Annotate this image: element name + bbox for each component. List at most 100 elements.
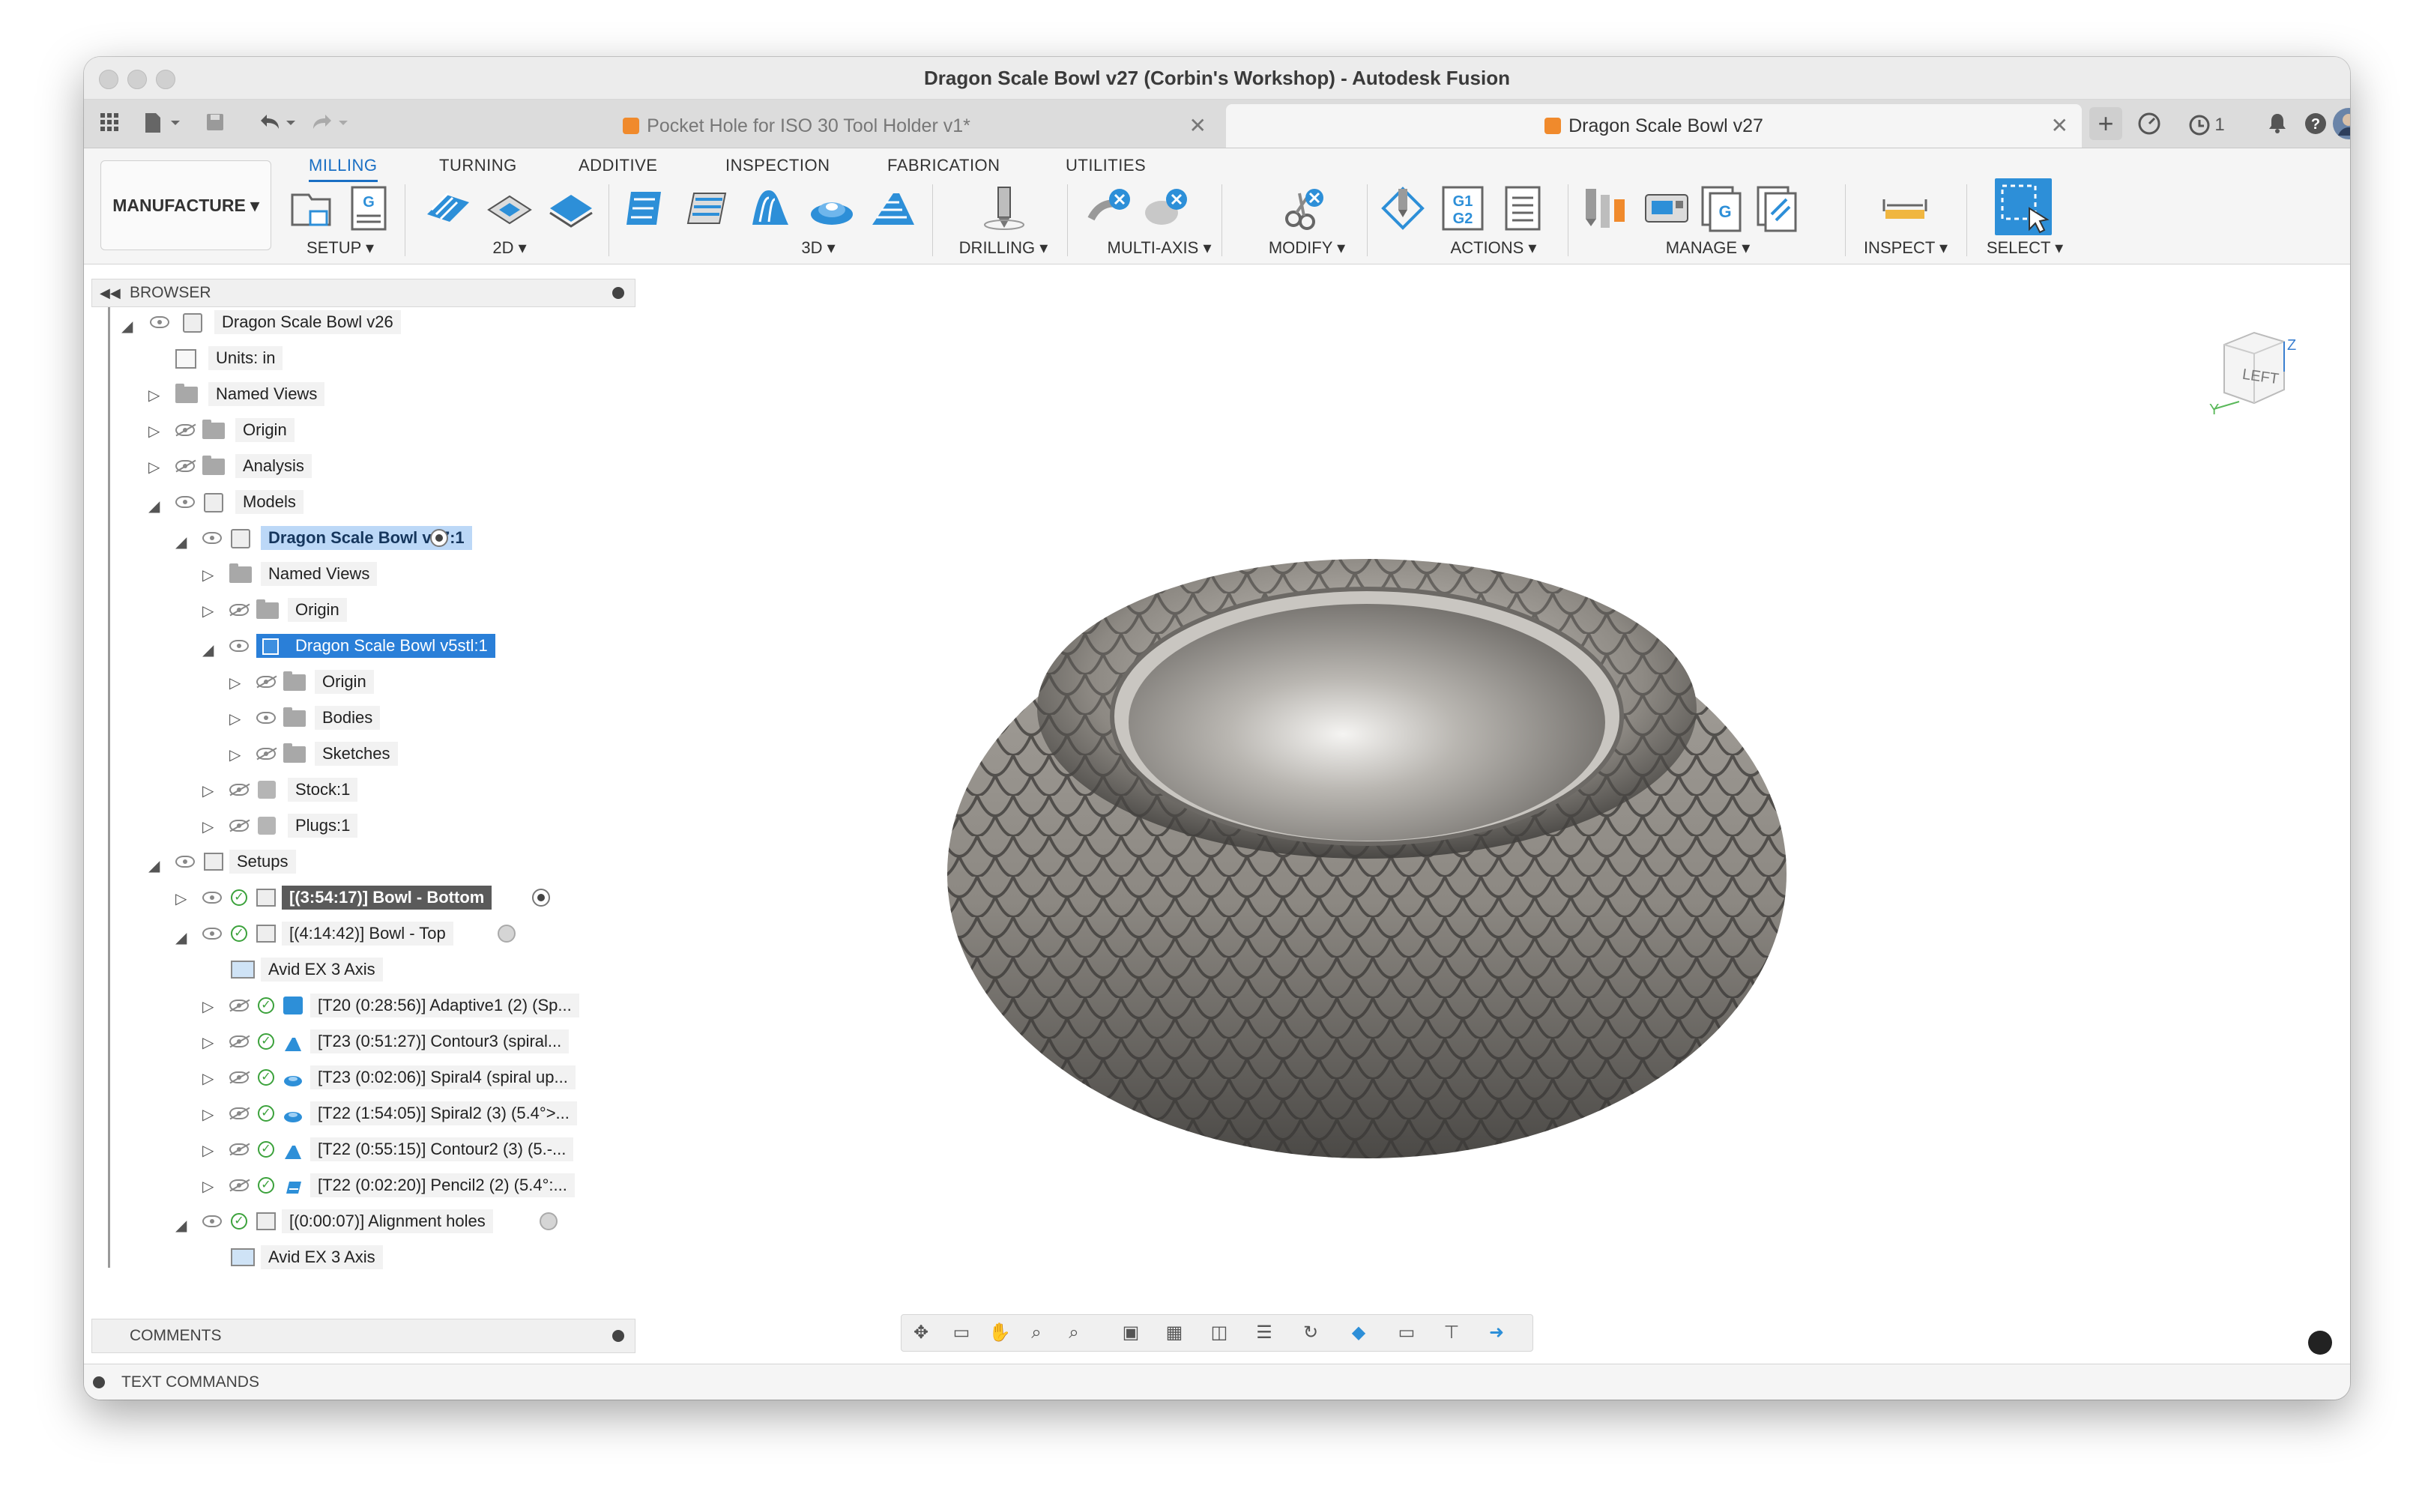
tree-row-operation[interactable]: ▷ ✓ [T22 (1:54:05)] Spiral2 (3) (5.4°>..… (118, 1098, 643, 1128)
machine-library-icon[interactable] (1643, 184, 1691, 232)
expand-arrow-icon[interactable]: ▷ (202, 776, 214, 806)
drilling-group-label[interactable]: DRILLING ▾ (947, 238, 1060, 258)
undo-icon[interactable] (256, 112, 298, 136)
visibility-hidden-icon[interactable] (229, 1143, 249, 1155)
tree-row-bodies[interactable]: ▷ Bodies (118, 703, 643, 733)
expand-arrow-icon[interactable]: ▷ (202, 992, 214, 1022)
2d-group-label[interactable]: 2D ▾ (457, 238, 562, 258)
bowl-3d-model[interactable] (833, 432, 1882, 1218)
browser-panel-header[interactable]: ◀◀ BROWSER (91, 279, 635, 307)
visibility-eye-icon[interactable] (202, 1215, 222, 1227)
visibility-hidden-icon[interactable] (229, 1107, 249, 1119)
tree-row-origin-2[interactable]: ▷ Origin (118, 595, 643, 625)
collapse-arrow-icon[interactable]: ◢ (175, 527, 187, 557)
expand-arrow-icon[interactable]: ▷ (229, 704, 241, 734)
tree-row-operation[interactable]: ▷ ✓ [T22 (0:02:20)] Pencil2 (2) (5.4°:..… (118, 1170, 643, 1200)
3d-adaptive-icon[interactable] (623, 184, 671, 232)
job-status-icon[interactable]: 1 (2182, 112, 2230, 136)
collapse-left-icon[interactable]: ◀◀ (100, 279, 121, 306)
visibility-eye-icon[interactable] (229, 640, 249, 652)
tree-row-plugs[interactable]: ▷ Plugs:1 (118, 811, 643, 841)
collapse-arrow-icon[interactable]: ◢ (175, 923, 187, 953)
expand-arrow-icon[interactable]: ▷ (175, 884, 187, 914)
expand-arrow-icon[interactable]: ▷ (202, 812, 214, 842)
expand-arrow-icon[interactable]: ▷ (148, 381, 160, 411)
file-menu-icon[interactable] (142, 112, 183, 136)
visibility-eye-icon[interactable] (150, 316, 169, 328)
tree-row-stl-body[interactable]: ◢ Dragon Scale Bowl v5stl:1 (118, 631, 643, 661)
visibility-hidden-icon[interactable] (256, 676, 276, 688)
select-icon[interactable] (1995, 178, 2052, 235)
expand-arrow-icon[interactable]: ▷ (148, 417, 160, 447)
modify-scissors-icon[interactable] (1280, 184, 1328, 232)
expand-arrow-icon[interactable]: ▷ (202, 1136, 214, 1166)
close-tab-icon[interactable]: ✕ (2051, 104, 2068, 148)
measure-icon[interactable] (1881, 184, 1929, 232)
visibility-hidden-icon[interactable] (229, 784, 249, 796)
visibility-hidden-icon[interactable] (175, 424, 195, 436)
tree-row-machine-2[interactable]: Avid EX 3 Axis (118, 1242, 643, 1272)
view-cube[interactable]: LEFT Z Y (2209, 327, 2296, 423)
new-tab-plus-icon[interactable]: + (2089, 107, 2122, 140)
notifications-bell-icon[interactable] (2266, 112, 2289, 136)
collapse-arrow-icon[interactable]: ◢ (121, 312, 133, 342)
expand-arrow-icon[interactable]: ▷ (202, 560, 214, 590)
simulate-icon[interactable] (1379, 184, 1427, 232)
setup-group-label[interactable]: SETUP ▾ (288, 238, 393, 258)
tab-fabrication[interactable]: FABRICATION (887, 156, 1000, 175)
2d-pocket-icon[interactable] (486, 184, 534, 232)
help-icon[interactable]: ? (2304, 112, 2328, 136)
modify-group-label[interactable]: MODIFY ▾ (1254, 238, 1359, 258)
visibility-hidden-icon[interactable] (256, 748, 276, 760)
comments-panel-header[interactable]: COMMENTS (91, 1319, 635, 1353)
close-tab-icon[interactable]: ✕ (1189, 104, 1207, 148)
tab-additive[interactable]: ADDITIVE (579, 156, 657, 175)
tree-row-setup-bottom[interactable]: ▷ ✓ [(3:54:17)] Bowl - Bottom (118, 883, 643, 913)
expand-arrow-icon[interactable]: ▷ (202, 1064, 214, 1094)
post-process-icon[interactable]: G1 G2 (1439, 184, 1487, 232)
visual-style-icon[interactable]: ◆ (1348, 1322, 1369, 1343)
visibility-eye-icon[interactable] (202, 892, 222, 904)
expand-arrow-icon[interactable]: ▷ (148, 453, 160, 483)
visibility-eye-icon[interactable] (202, 532, 222, 544)
activate-radio-icon[interactable] (532, 889, 550, 907)
visibility-eye-icon[interactable] (256, 712, 276, 724)
tree-row-named-views-2[interactable]: ▷ Named Views (118, 559, 643, 589)
tab-pocket-hole[interactable]: Pocket Hole for ISO 30 Tool Holder v1* ✕ (373, 104, 1220, 148)
tab-inspection[interactable]: INSPECTION (725, 156, 830, 175)
tool-display-icon[interactable]: ⊤ (1441, 1322, 1462, 1343)
contour-icon[interactable] (869, 184, 917, 232)
grid-menu-icon[interactable] (97, 112, 121, 136)
expand-arrow-icon[interactable]: ▷ (202, 1100, 214, 1130)
tab-utilities[interactable]: UTILITIES (1066, 156, 1146, 175)
extensions-icon[interactable] (2137, 112, 2161, 136)
expand-arrow-icon[interactable]: ▷ (229, 668, 241, 698)
visibility-eye-icon[interactable] (202, 928, 222, 940)
tree-row-machine[interactable]: Avid EX 3 Axis (118, 955, 643, 985)
text-commands-bar[interactable]: TEXT COMMANDS (84, 1364, 2350, 1400)
tree-row-operation[interactable]: ▷ ✓ [T20 (0:28:56)] Adaptive1 (2) (Sp... (118, 991, 643, 1020)
post-library-icon[interactable]: G (1698, 184, 1746, 232)
activate-radio-icon[interactable] (430, 529, 448, 547)
workspace-switcher[interactable]: MANUFACTURE ▾ (100, 160, 271, 250)
save-icon[interactable] (204, 112, 226, 136)
visibility-hidden-icon[interactable] (175, 460, 195, 472)
tree-row-analysis[interactable]: ▷ Analysis (118, 451, 643, 481)
inspect-group-label[interactable]: INSPECT ▾ (1857, 238, 1954, 258)
visibility-hidden-icon[interactable] (229, 1000, 249, 1011)
tree-row-setup-top[interactable]: ◢ ✓ [(4:14:42)] Bowl - Top (118, 919, 643, 949)
tree-row-model-instance[interactable]: ◢ Dragon Scale Bowl v27:1 (118, 523, 643, 553)
expand-arrow-icon[interactable]: ▷ (229, 740, 241, 770)
pocket-clearing-icon[interactable] (685, 184, 733, 232)
activate-radio-icon[interactable] (540, 1212, 558, 1230)
collapse-arrow-icon[interactable]: ◢ (202, 635, 214, 665)
visibility-hidden-icon[interactable] (229, 1179, 249, 1191)
face-icon[interactable] (547, 184, 595, 232)
tree-row-operation[interactable]: ▷ ✓ [T22 (0:55:15)] Contour2 (3) (5.-... (118, 1134, 643, 1164)
visibility-eye-icon[interactable] (175, 856, 195, 868)
select-group-label[interactable]: SELECT ▾ (1980, 238, 2070, 258)
tree-row-sketches[interactable]: ▷ Sketches (118, 739, 643, 769)
tree-scrollbar[interactable] (108, 307, 110, 1268)
tree-row-setup-alignment[interactable]: ◢ ✓ [(0:00:07)] Alignment holes (118, 1206, 643, 1236)
stock-display-icon[interactable]: ☰ (1254, 1322, 1275, 1343)
